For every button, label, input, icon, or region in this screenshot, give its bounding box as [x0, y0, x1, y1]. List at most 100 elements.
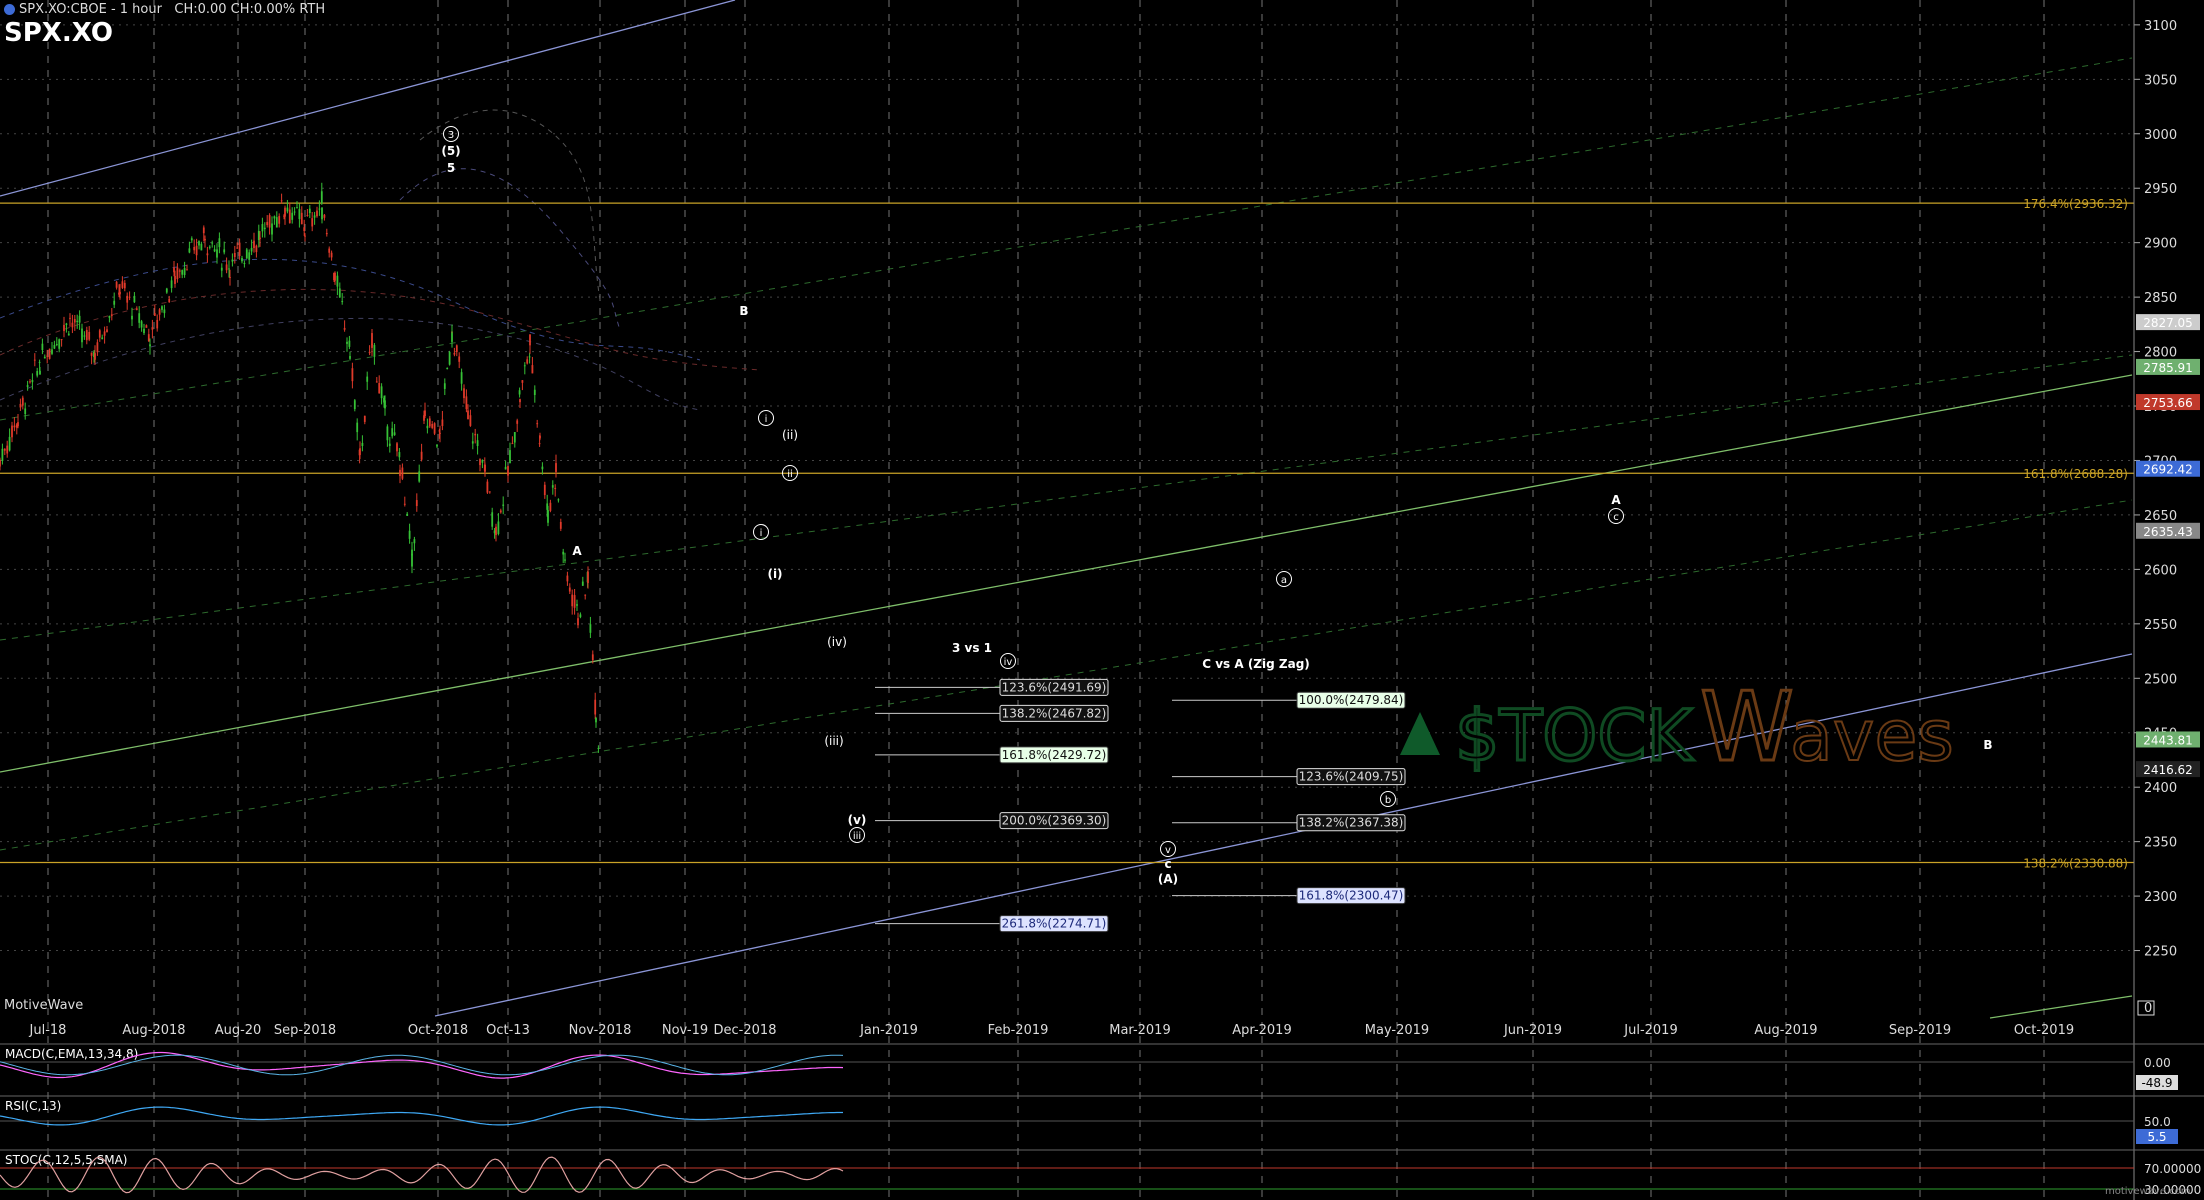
candle-body: [571, 594, 574, 607]
candle-body: [11, 425, 13, 438]
candle-body: [163, 309, 166, 314]
candle-body: [451, 332, 453, 342]
candle-body: [564, 559, 566, 561]
candle-body: [536, 423, 539, 425]
wave-label: (i): [767, 567, 782, 581]
candle-body: [248, 252, 251, 260]
candle-body: [528, 356, 531, 358]
y-tick-label: 2600: [2144, 563, 2177, 578]
projection-title: C vs A (Zig Zag): [1202, 657, 1310, 671]
interval[interactable]: 1 hour: [120, 2, 162, 17]
status-text: CH:0.00 CH:0.00% RTH: [174, 2, 326, 17]
candle-body: [562, 551, 565, 555]
candle-body: [366, 376, 369, 382]
candle-body: [573, 595, 576, 608]
candle-body: [597, 747, 600, 749]
candle-body: [346, 341, 348, 344]
candle-body: [336, 275, 339, 287]
candle-body: [393, 432, 396, 436]
candle-body: [208, 246, 211, 248]
wave-label: ii: [787, 469, 793, 480]
candle-body: [101, 337, 104, 340]
candle-body: [85, 329, 88, 341]
candle-body: [378, 383, 381, 394]
candle-body: [231, 259, 234, 262]
candle-body: [26, 385, 29, 387]
candle-body: [83, 335, 86, 337]
candle-body: [8, 436, 11, 451]
candle-body: [375, 381, 378, 383]
candle-body: [233, 252, 236, 258]
candle-body: [523, 365, 526, 367]
candle-body: [275, 217, 278, 228]
candle-body: [415, 500, 418, 507]
candle-body: [48, 348, 51, 359]
candle-body: [513, 432, 516, 443]
x-tick-label: Jul-18: [29, 1023, 67, 1038]
candle-body: [121, 281, 124, 288]
candle-body: [288, 209, 291, 224]
candle-body: [511, 443, 514, 445]
candle-body: [448, 351, 451, 365]
candle-body: [106, 329, 108, 333]
candle-body: [156, 319, 159, 329]
candle-body: [568, 587, 571, 592]
candle-body: [229, 277, 231, 279]
projection-label: 100.0%(2479.84): [1299, 693, 1404, 707]
wave-label: (5): [441, 144, 460, 158]
candle-body: [46, 355, 49, 357]
candle-body: [19, 403, 22, 408]
x-tick-label: Mar-2019: [1109, 1023, 1170, 1038]
projection-label: 123.6%(2409.75): [1299, 770, 1404, 784]
candle-body: [278, 216, 281, 224]
x-tick-label: Jul-2019: [1623, 1023, 1677, 1038]
candle-body: [186, 269, 188, 271]
candle-body: [328, 248, 331, 253]
candle-body: [151, 327, 154, 330]
wave-label: v: [1165, 845, 1171, 856]
candle-body: [373, 345, 376, 357]
candle-body: [521, 380, 524, 383]
candle-body: [334, 272, 336, 281]
candle-body: [280, 200, 283, 202]
candle-body: [576, 604, 578, 606]
wave-label: b: [1385, 795, 1391, 806]
x-tick-label: May-2019: [1365, 1023, 1429, 1038]
candle-body: [399, 469, 401, 477]
wave-label: (iii): [824, 734, 843, 748]
indicator-value: 5.5: [2147, 1130, 2166, 1144]
chart-title: SPX.XO: [4, 18, 113, 48]
candle-body: [323, 214, 326, 218]
x-tick-label: Apr-2019: [1232, 1023, 1291, 1038]
candle-body: [587, 571, 589, 584]
candle-body: [316, 210, 318, 217]
y-tick-label: 2650: [2144, 509, 2177, 524]
candle-body: [6, 445, 9, 454]
candle-body: [549, 502, 552, 511]
candle-body: [263, 227, 266, 230]
candle-body: [170, 280, 173, 289]
candle-body: [284, 207, 286, 217]
candle-body: [308, 208, 311, 214]
candle-body: [403, 503, 406, 505]
candle-body: [476, 440, 479, 446]
candle-body: [145, 325, 148, 328]
candle-body: [200, 243, 203, 251]
candle-body: [211, 242, 214, 244]
candle-body: [13, 425, 16, 428]
candle-body: [0, 459, 1, 467]
candle-body: [453, 352, 456, 355]
y-zero-label: 0: [2144, 1001, 2152, 1016]
candle-body: [55, 344, 58, 346]
candle-body: [343, 327, 346, 330]
fib-level-label: 161.8%(2688.28): [2023, 467, 2128, 481]
candle-body: [143, 328, 145, 334]
candle-body: [516, 420, 519, 424]
candle-body: [538, 443, 541, 445]
candle-body: [577, 618, 579, 626]
candle-body: [348, 340, 351, 347]
candle-body: [126, 295, 129, 303]
candle-body: [325, 232, 328, 235]
candle-body: [71, 322, 74, 328]
candle-body: [433, 423, 436, 434]
